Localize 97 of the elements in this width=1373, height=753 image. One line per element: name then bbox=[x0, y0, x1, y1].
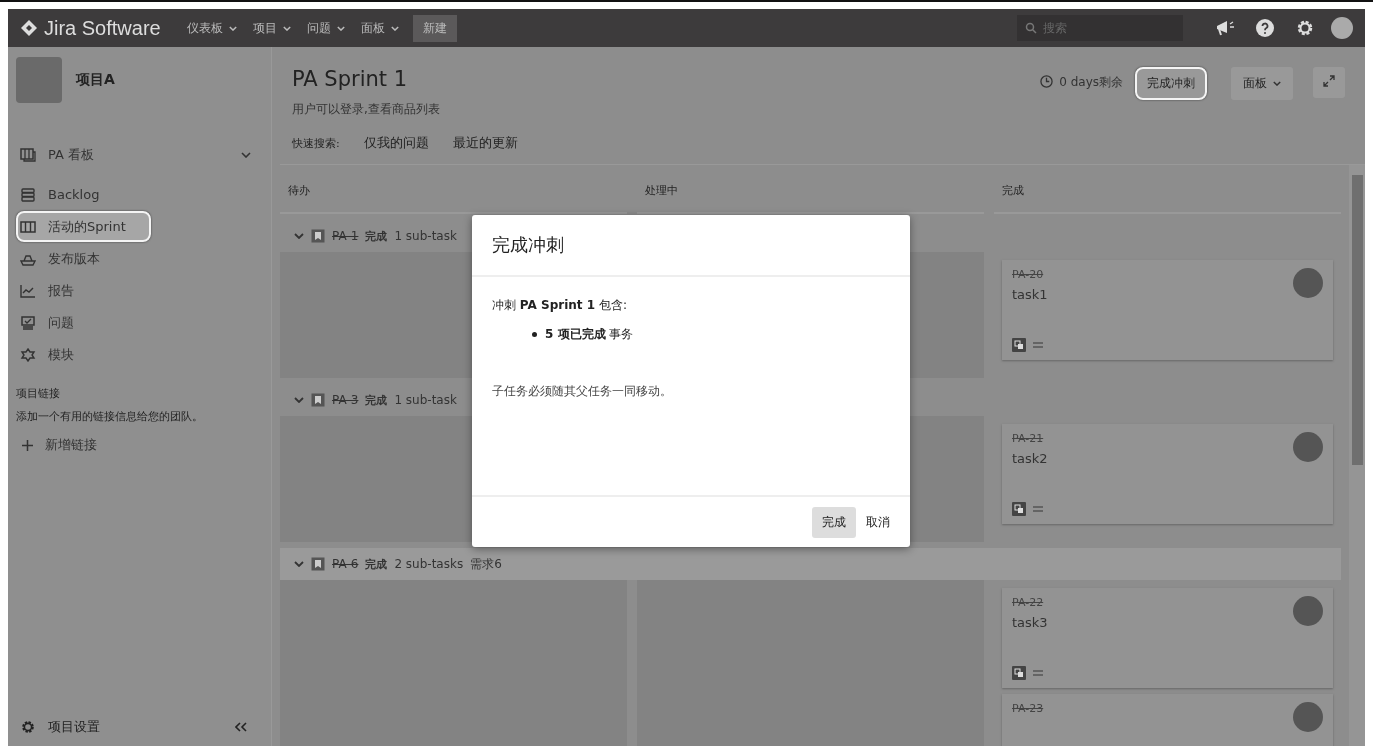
plus-icon bbox=[22, 439, 33, 451]
quick-filters-label: 快速搜索: bbox=[292, 135, 340, 151]
chevron-down-icon bbox=[241, 151, 251, 158]
sidebar-item[interactable]: 问题 bbox=[16, 307, 261, 338]
task-card[interactable]: PA-23 bbox=[1002, 694, 1333, 746]
status-label: 完成 bbox=[365, 392, 388, 408]
product-logo-text[interactable]: Jira Software bbox=[44, 16, 161, 40]
priority-icon bbox=[1032, 505, 1044, 513]
issue-summary: 需求6 bbox=[470, 555, 502, 573]
monitor-icon bbox=[20, 315, 36, 330]
assignee-avatar bbox=[1293, 596, 1323, 626]
priority-icon bbox=[1032, 341, 1044, 349]
assignee-avatar bbox=[1293, 268, 1323, 298]
assignee-avatar bbox=[1293, 702, 1323, 732]
subtask-count: 2 sub-tasks bbox=[394, 557, 464, 571]
complete-sprint-button[interactable]: 完成冲刺 bbox=[1135, 67, 1207, 100]
project-avatar bbox=[16, 57, 62, 103]
issue-key[interactable]: PA-6 bbox=[332, 557, 359, 571]
sidebar-item[interactable]: PA 看板 bbox=[16, 139, 261, 170]
chart-icon bbox=[20, 283, 36, 298]
dialog-text: 冲刺 PA Sprint 1 包含: bbox=[492, 297, 628, 314]
task-card[interactable]: PA-20 task1 bbox=[1002, 260, 1333, 360]
dialog-note: 子任务必须随其父任务一同移动。 bbox=[492, 383, 673, 400]
sidebar-item[interactable]: 报告 bbox=[16, 275, 261, 306]
sidebar-item[interactable]: Backlog bbox=[16, 179, 261, 210]
bookmark-icon bbox=[311, 229, 325, 243]
subtask-count: 1 sub-task bbox=[394, 393, 457, 407]
chevron-down-icon bbox=[294, 561, 304, 567]
chevron-down-icon bbox=[294, 397, 304, 403]
board-menu-button[interactable]: 面板 bbox=[1231, 67, 1293, 100]
help-icon[interactable] bbox=[1255, 18, 1275, 38]
user-avatar[interactable] bbox=[1331, 17, 1353, 39]
dialog-title: 完成冲刺 bbox=[492, 233, 564, 257]
dialog-list-item: 5 项已完成 事务 bbox=[545, 327, 634, 341]
create-button[interactable]: 新建 bbox=[412, 14, 457, 42]
subtask-icon bbox=[1012, 502, 1026, 516]
task-card[interactable]: PA-21 task2 bbox=[1002, 424, 1333, 524]
expand-icon bbox=[1323, 75, 1335, 87]
board-icon bbox=[20, 147, 36, 162]
assignee-avatar bbox=[1293, 432, 1323, 462]
sidebar-item[interactable]: 活动的Sprint bbox=[16, 211, 151, 242]
bookmark-icon bbox=[311, 393, 325, 407]
issue-key[interactable]: PA-22 bbox=[1012, 596, 1048, 609]
subtask-icon bbox=[1012, 338, 1026, 352]
chevron-down-icon bbox=[336, 25, 345, 31]
megaphone-icon[interactable] bbox=[1215, 19, 1235, 37]
chevron-down-icon bbox=[282, 25, 291, 31]
diamond-logo-icon bbox=[20, 19, 38, 37]
issue-key[interactable]: PA-21 bbox=[1012, 432, 1048, 445]
sidebar-item[interactable]: 模块 bbox=[16, 339, 261, 370]
project-name[interactable]: 项目A bbox=[76, 71, 115, 89]
settings-icon[interactable] bbox=[1295, 18, 1315, 38]
nav-menu[interactable]: 仪表板 bbox=[184, 19, 239, 37]
section-heading: 项目链接 bbox=[16, 386, 61, 401]
nav-menu[interactable]: 项目 bbox=[250, 19, 293, 37]
complete-button[interactable]: 完成 bbox=[812, 506, 856, 538]
card-title: task2 bbox=[1012, 451, 1048, 466]
days-remaining: 0 days剩余 bbox=[1059, 74, 1123, 91]
subtask-icon bbox=[1012, 666, 1026, 680]
chevron-down-icon bbox=[1273, 81, 1281, 86]
sprint-title: PA Sprint 1 bbox=[292, 67, 409, 91]
scrollbar[interactable] bbox=[1349, 165, 1365, 746]
quick-filter[interactable]: 最近的更新 bbox=[452, 134, 518, 152]
swimlane-header[interactable]: PA-6 完成 2 sub-tasks 需求6 bbox=[280, 548, 1341, 580]
column-header: 完成 bbox=[994, 165, 1341, 214]
cancel-button[interactable]: 取消 bbox=[862, 506, 894, 538]
chevron-down-icon bbox=[228, 25, 237, 31]
bullet-icon bbox=[532, 332, 537, 337]
task-card[interactable]: PA-22 task3 bbox=[1002, 588, 1333, 688]
sidebar-item[interactable]: 发布版本 bbox=[16, 243, 261, 274]
collapse-icon[interactable] bbox=[235, 722, 247, 732]
issue-key[interactable]: PA-20 bbox=[1012, 268, 1048, 281]
issue-key[interactable]: PA-1 bbox=[332, 229, 359, 243]
card-title: task3 bbox=[1012, 615, 1048, 630]
stack-icon bbox=[20, 187, 36, 202]
columns-icon bbox=[20, 219, 36, 234]
help-text: 添加一个有用的链接信息给您的团队。 bbox=[16, 409, 204, 424]
status-label: 完成 bbox=[365, 228, 388, 244]
status-label: 完成 bbox=[365, 556, 388, 572]
subtask-count: 1 sub-task bbox=[394, 229, 457, 243]
nav-menu[interactable]: 问题 bbox=[304, 19, 347, 37]
nav-menu[interactable]: 面板 bbox=[358, 19, 401, 37]
issue-key[interactable]: PA-23 bbox=[1012, 702, 1044, 715]
add-link-button[interactable]: 新增链接 bbox=[45, 436, 97, 454]
project-settings-link[interactable]: 项目设置 bbox=[48, 718, 100, 736]
sprint-goal: 用户可以登录,查看商品列表 bbox=[292, 101, 440, 118]
chevron-down-icon bbox=[294, 233, 304, 239]
search-icon bbox=[1025, 22, 1037, 34]
bookmark-icon bbox=[311, 557, 325, 571]
clock-icon bbox=[1040, 75, 1054, 88]
priority-icon bbox=[1032, 669, 1044, 677]
card-title: task1 bbox=[1012, 287, 1048, 302]
settings-icon bbox=[20, 719, 36, 735]
issue-key[interactable]: PA-3 bbox=[332, 393, 359, 407]
quick-filter[interactable]: 仅我的问题 bbox=[363, 134, 429, 152]
chevron-down-icon bbox=[390, 25, 399, 31]
fullscreen-button[interactable] bbox=[1313, 67, 1345, 98]
